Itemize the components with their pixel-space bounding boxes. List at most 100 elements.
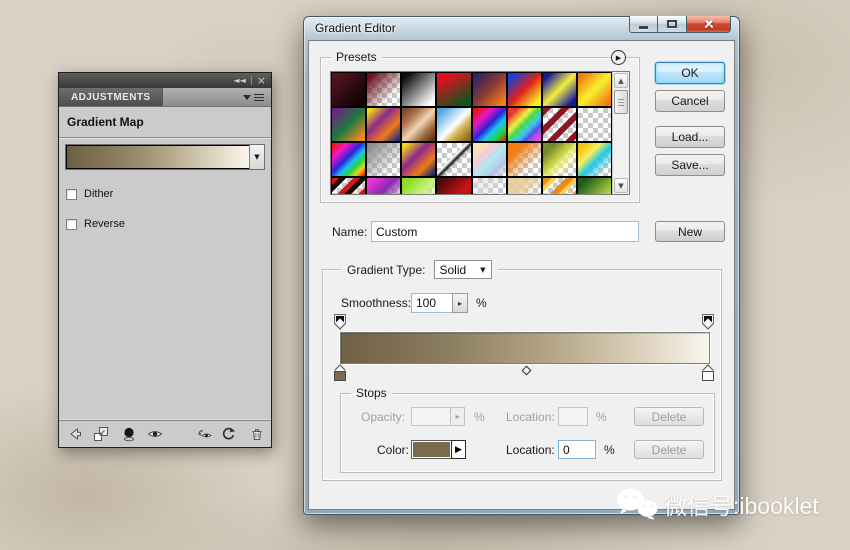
gradient-preset[interactable] — [471, 142, 507, 177]
load-button[interactable]: Load... — [655, 126, 725, 148]
previous-state-eye-icon[interactable] — [196, 426, 212, 442]
swatch-arrow-icon: ▶ — [455, 444, 462, 455]
gradient-preset[interactable] — [576, 72, 612, 107]
minimize-button[interactable] — [629, 16, 657, 33]
delete-opacity-stop-button[interactable]: Delete — [634, 407, 704, 426]
gradient-preset[interactable] — [331, 107, 367, 142]
maximize-button[interactable] — [657, 16, 686, 33]
watermark-text: 微信号:ibooklet — [664, 493, 819, 519]
new-button[interactable]: New — [655, 221, 725, 242]
gradient-preset[interactable] — [576, 177, 612, 194]
cancel-button[interactable]: Cancel — [655, 90, 725, 112]
return-to-adjustment-list-icon[interactable] — [67, 426, 83, 442]
reverse-checkbox[interactable] — [66, 218, 77, 230]
gradient-preset[interactable] — [506, 142, 542, 177]
spinner-arrow-icon: ▸ — [457, 298, 462, 308]
panel-menu-button[interactable] — [243, 88, 271, 106]
ok-button[interactable]: OK — [655, 62, 725, 84]
gradient-preset[interactable] — [331, 177, 367, 194]
name-input[interactable] — [371, 221, 639, 242]
gradient-preset[interactable] — [366, 72, 402, 107]
gradient-preset[interactable] — [436, 107, 472, 142]
gradient-preset[interactable] — [366, 177, 402, 194]
gradient-preset[interactable] — [366, 107, 402, 142]
gradient-preset[interactable] — [541, 142, 577, 177]
chevron-down-icon — [243, 94, 251, 100]
opacity-stop-right[interactable] — [701, 314, 715, 331]
gradient-preset[interactable] — [541, 72, 577, 107]
color-swatch-arrow-button[interactable]: ▶ — [451, 440, 466, 459]
delete-color-stop-button[interactable]: Delete — [634, 440, 704, 459]
header-separator: | — [249, 75, 253, 86]
gradient-preset[interactable] — [401, 142, 437, 177]
smoothness-input[interactable] — [411, 293, 453, 313]
adjustments-panel: ◄◄ | × ADJUSTMENTS Gradient Map ▼ Dither… — [58, 72, 272, 448]
panel-footer-toolbar — [59, 420, 271, 447]
color-stop-left[interactable] — [333, 364, 347, 382]
dialog-content: Presets ▶ ▲ ▼ OK Cancel Load... Save... … — [308, 40, 735, 510]
tab-adjustments[interactable]: ADJUSTMENTS — [59, 88, 164, 106]
save-button[interactable]: Save... — [655, 154, 725, 176]
gradient-preset[interactable] — [401, 72, 437, 107]
gradient-midpoint-diamond[interactable] — [521, 365, 532, 376]
reverse-label: Reverse — [84, 218, 125, 230]
color-stop-right[interactable] — [701, 364, 715, 382]
gradient-preset[interactable] — [506, 72, 542, 107]
gradient-preset[interactable] — [436, 142, 472, 177]
panel-close-icon[interactable]: × — [257, 75, 266, 86]
gradient-preset[interactable] — [576, 107, 612, 142]
opacity-stop-left[interactable] — [333, 314, 347, 331]
opacity-input — [411, 407, 451, 426]
gradient-preset[interactable] — [366, 142, 402, 177]
location-input-bottom[interactable] — [558, 440, 596, 459]
location-percent-bottom: % — [604, 443, 615, 457]
gradient-type-value: Solid — [439, 262, 467, 277]
gradient-preset[interactable] — [576, 142, 612, 177]
smoothness-spinner-button[interactable]: ▸ — [452, 293, 468, 313]
collapse-to-icons-icon[interactable]: ◄◄ — [233, 76, 245, 85]
gradient-preset[interactable] — [471, 72, 507, 107]
close-button[interactable] — [686, 16, 731, 33]
scroll-down-button[interactable]: ▼ — [614, 178, 628, 193]
gradient-type-select[interactable]: Solid ▼ — [433, 260, 492, 279]
gradient-preset[interactable] — [541, 107, 577, 142]
color-swatch[interactable] — [411, 440, 452, 459]
gradient-preview-bar[interactable] — [340, 332, 710, 364]
gradient-preset[interactable] — [541, 177, 577, 194]
flyout-arrow-icon: ▶ — [615, 53, 622, 62]
gradient-preset[interactable] — [436, 72, 472, 107]
presets-group: Presets ▶ ▲ ▼ — [320, 50, 640, 203]
presets-grid — [331, 72, 612, 194]
expanded-view-icon[interactable] — [93, 426, 109, 442]
scroll-up-button[interactable]: ▲ — [614, 73, 628, 88]
gradient-preset[interactable] — [401, 177, 437, 194]
dialog-title: Gradient Editor — [315, 21, 396, 35]
gradient-editor-dialog: Gradient Editor Presets ▶ ▲ ▼ OK Cancel … — [303, 16, 740, 515]
gradient-picker-dropdown-button[interactable]: ▼ — [249, 145, 264, 169]
gradient-map-picker[interactable]: ▼ — [65, 144, 265, 170]
clip-to-layer-icon[interactable] — [121, 426, 137, 442]
reset-icon[interactable] — [220, 426, 236, 442]
gradient-preset[interactable] — [331, 72, 367, 107]
close-icon — [703, 18, 715, 30]
visibility-eye-icon[interactable] — [147, 426, 163, 442]
gradient-preset[interactable] — [331, 142, 367, 177]
gradient-preset[interactable] — [436, 177, 472, 194]
gradient-preset[interactable] — [506, 177, 542, 194]
presets-scrollbar[interactable]: ▲ ▼ — [612, 72, 629, 194]
gradient-preset[interactable] — [401, 107, 437, 142]
gradient-map-preview[interactable] — [66, 145, 249, 169]
gradient-settings-group: Gradient Type: Solid ▼ Smoothness: ▸ % S… — [322, 260, 722, 481]
panel-body: Gradient Map ▼ Dither Reverse — [59, 107, 271, 422]
trash-icon[interactable] — [249, 426, 265, 442]
gradient-preset[interactable] — [506, 107, 542, 142]
dither-checkbox[interactable] — [66, 188, 77, 200]
opacity-spinner-button: ▸ — [450, 407, 465, 426]
gradient-preset[interactable] — [471, 177, 507, 194]
gradient-preset[interactable] — [471, 107, 507, 142]
dialog-titlebar[interactable]: Gradient Editor — [304, 16, 739, 40]
scroll-thumb[interactable] — [614, 90, 628, 114]
chevron-down-icon: ▼ — [254, 153, 260, 161]
panel-header-bar: ◄◄ | × — [59, 73, 271, 88]
presets-flyout-button[interactable]: ▶ — [611, 50, 626, 65]
